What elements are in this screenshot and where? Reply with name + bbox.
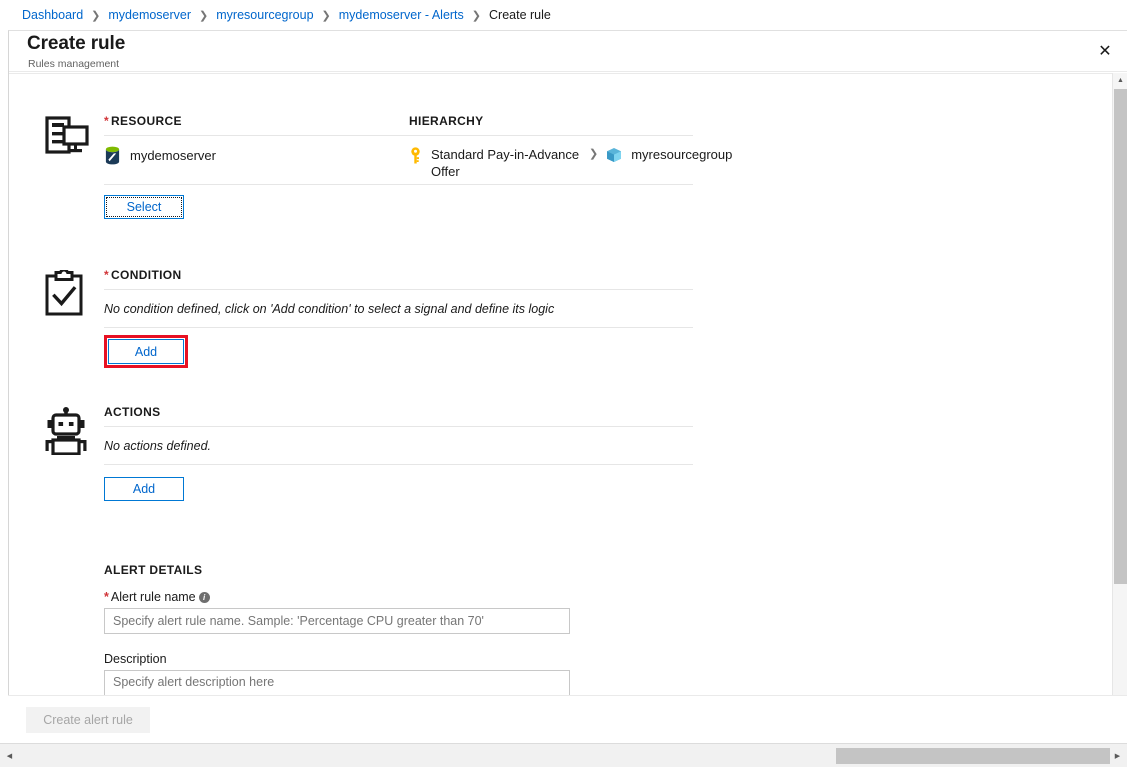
actions-section: ACTIONS No actions defined. Add	[9, 368, 1113, 501]
add-action-button[interactable]: Add	[104, 477, 184, 501]
hierarchy-heading-label: HIERARCHY	[409, 114, 484, 128]
blade-header: Create rule Rules management ✕	[9, 31, 1127, 72]
alert-rule-name-label: * Alert rule name i	[104, 590, 1113, 604]
select-resource-button[interactable]: Select	[104, 195, 184, 219]
scroll-right-icon[interactable]: ▶	[1110, 748, 1125, 763]
hierarchy-cell: Standard Pay-in-Advance Offer ❯ myresour…	[409, 146, 1113, 180]
hierarchy-column-header: HIERARCHY	[409, 114, 1113, 135]
resource-heading-label: RESOURCE	[111, 114, 182, 128]
breadcrumb-item-myresourcegroup[interactable]: myresourcegroup	[216, 8, 313, 22]
breadcrumb-item-create-rule: Create rule	[489, 8, 551, 22]
scroll-up-icon[interactable]: ▲	[1113, 73, 1127, 88]
resource-section: * RESOURCE HIERARCHY mydemoserver Standa…	[9, 74, 1113, 219]
alert-rule-name-input[interactable]	[104, 608, 570, 634]
condition-heading-label: CONDITION	[111, 268, 182, 282]
resource-column-header: * RESOURCE	[104, 114, 409, 135]
add-condition-highlight: Add	[104, 335, 188, 368]
server-monitor-icon	[45, 116, 101, 156]
breadcrumb: Dashboard ❯ mydemoserver ❯ myresourcegro…	[0, 0, 1127, 30]
page-subtitle: Rules management	[28, 58, 120, 70]
breadcrumb-separator-icon: ❯	[91, 9, 101, 22]
horizontal-scrollbar[interactable]: ◀ ▶	[0, 743, 1127, 767]
breadcrumb-item-alerts[interactable]: mydemoserver - Alerts	[339, 8, 464, 22]
vertical-scrollbar-thumb[interactable]	[1114, 89, 1127, 584]
hierarchy-separator-icon: ❯	[589, 148, 599, 160]
create-alert-rule-button[interactable]: Create alert rule	[26, 706, 150, 733]
resourcegroup-name: myresourcegroup	[631, 147, 733, 162]
alert-details-section: ALERT DETAILS *Alert rule namei Descript…	[9, 501, 1113, 722]
actions-heading-label: ACTIONS	[104, 405, 161, 419]
close-icon[interactable]: ✕	[1084, 30, 1126, 72]
breadcrumb-separator-icon: ❯	[471, 9, 481, 22]
resource-group-icon	[606, 147, 622, 163]
page-title: Create rule	[27, 33, 126, 54]
resource-column-headers: * RESOURCE HIERARCHY	[104, 114, 1113, 135]
required-indicator: *	[104, 268, 110, 282]
breadcrumb-item-dashboard[interactable]: Dashboard	[22, 8, 83, 22]
add-condition-button[interactable]: Add	[108, 339, 184, 364]
scroll-left-icon[interactable]: ◀	[2, 748, 17, 763]
key-icon	[409, 147, 422, 164]
create-rule-blade: Create rule Rules management ✕ * RESOURC…	[8, 30, 1127, 737]
info-icon[interactable]: i	[198, 592, 210, 603]
alert-rule-name-label-text: Alert rule name	[110, 590, 196, 604]
breadcrumb-separator-icon: ❯	[321, 9, 331, 22]
create-rule-page: Dashboard ❯ mydemoserver ❯ myresourcegro…	[0, 0, 1127, 767]
clipboard-check-icon	[45, 270, 101, 316]
required-indicator: *	[104, 114, 110, 128]
breadcrumb-separator-icon: ❯	[199, 9, 209, 22]
robot-icon	[45, 407, 101, 455]
blade-footer: Create alert rule	[8, 695, 1127, 743]
description-label: Description	[104, 652, 167, 666]
condition-section: * CONDITION No condition defined, click o…	[9, 219, 1113, 368]
blade-content: * RESOURCE HIERARCHY mydemoserver Standa…	[9, 74, 1113, 722]
breadcrumb-item-mydemoserver[interactable]: mydemoserver	[108, 8, 191, 22]
condition-empty-text: No condition defined, click on 'Add cond…	[104, 302, 555, 316]
vertical-scrollbar[interactable]: ▲ ▼	[1112, 73, 1127, 722]
subscription-name: Standard Pay-in-Advance Offer	[431, 147, 580, 179]
alert-details-heading-label: ALERT DETAILS	[104, 563, 203, 577]
actions-empty-text: No actions defined.	[104, 439, 212, 453]
horizontal-scrollbar-thumb[interactable]	[836, 748, 1110, 764]
table-row[interactable]: mydemoserver Standard Pay-in-Advance Off…	[104, 136, 1113, 184]
required-indicator: *	[104, 590, 109, 604]
sql-database-icon	[104, 146, 121, 165]
resource-cell: mydemoserver	[104, 146, 409, 165]
blade-scroll-area[interactable]: * RESOURCE HIERARCHY mydemoserver Standa…	[9, 73, 1113, 722]
resource-name: mydemoserver	[130, 148, 216, 163]
